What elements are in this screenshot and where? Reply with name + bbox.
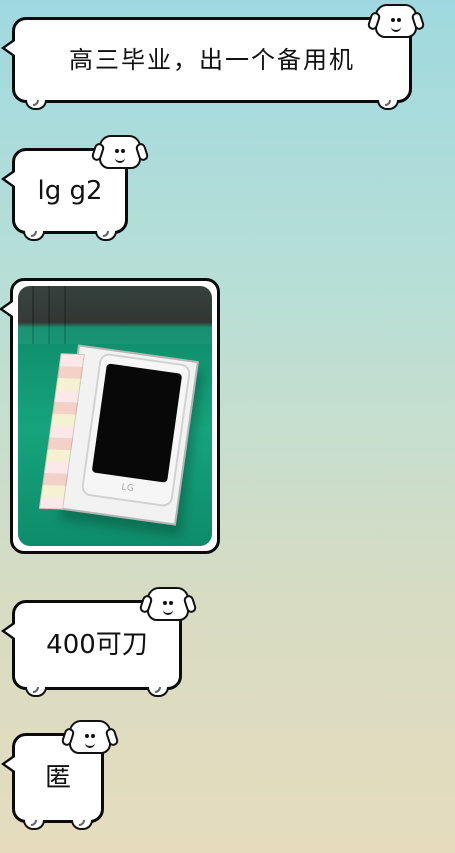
dog-mouth-icon <box>115 155 125 163</box>
bubble-foot-right-icon <box>95 231 117 241</box>
background-wall <box>18 286 212 344</box>
message-text: lg g2 <box>37 176 103 206</box>
bubble-foot-left-icon <box>23 231 45 241</box>
message-bubble-2: lg g2 <box>1 135 141 241</box>
dog-sticker-icon <box>375 4 417 38</box>
dog-eye-icon <box>91 734 95 738</box>
message-tail <box>0 299 13 319</box>
phone-screen <box>91 363 183 483</box>
dog-sticker-icon <box>99 135 141 169</box>
message-tail <box>1 169 15 189</box>
message-tail <box>1 38 15 58</box>
bubble-foot-left-icon <box>23 820 45 830</box>
dog-eye-icon <box>121 149 125 153</box>
dog-mouth-icon <box>391 24 401 32</box>
dog-sticker-icon <box>147 587 189 621</box>
bubble-foot-left-icon <box>25 687 47 697</box>
bubble-foot-left-icon <box>25 100 47 110</box>
dog-eye-icon <box>169 601 173 605</box>
dog-eye-icon <box>391 18 395 22</box>
dog-sticker-icon <box>69 720 111 754</box>
message-bubble-4: 400可刀 <box>1 587 189 697</box>
message-bubble-5: 匿 <box>1 720 111 830</box>
message-text: 400可刀 <box>46 630 148 660</box>
phone-brand-label: LG <box>120 482 135 495</box>
dog-eye-icon <box>163 601 167 605</box>
message-text: 高三毕业，出一个备用机 <box>69 46 355 74</box>
message-bubble-1: 高三毕业，出一个备用机 <box>1 4 417 110</box>
message-text: 匿 <box>44 763 71 793</box>
dog-mouth-icon <box>163 607 173 615</box>
message-tail <box>1 621 15 641</box>
dog-eye-icon <box>115 149 119 153</box>
dog-eye-icon <box>85 734 89 738</box>
dog-eye-icon <box>397 18 401 22</box>
bubble-foot-right-icon <box>377 100 399 110</box>
message-tail <box>1 754 15 774</box>
bubble-foot-right-icon <box>71 820 93 830</box>
message-image: LG <box>18 286 212 546</box>
dog-mouth-icon <box>85 740 95 748</box>
image-message-bubble: LG <box>0 278 220 554</box>
bubble-foot-right-icon <box>147 687 169 697</box>
